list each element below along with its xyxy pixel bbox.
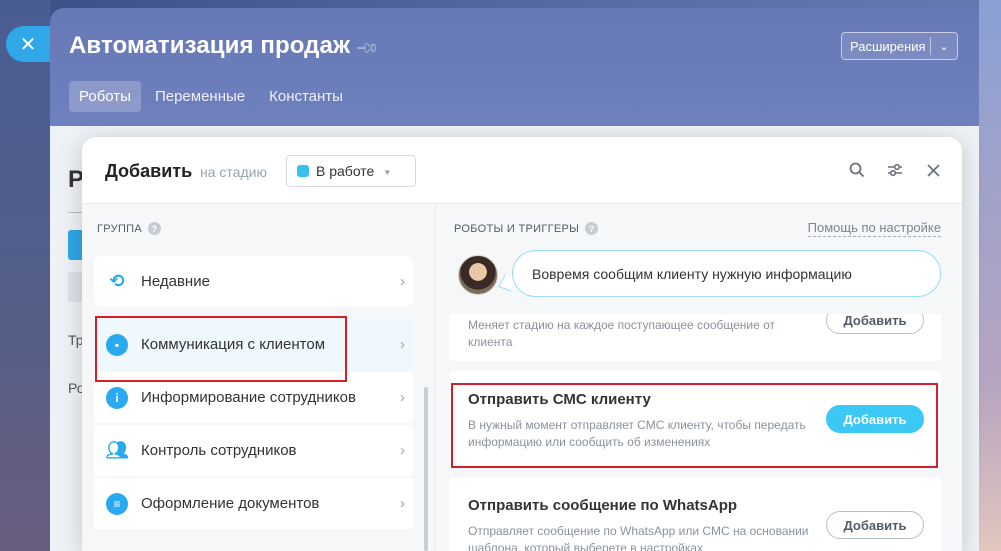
chevron-down-icon: ▼ (383, 168, 392, 177)
robot-card-send-sms: Отправить СМС клиенту В нужный момент от… (449, 371, 941, 467)
chevron-right-icon: › (400, 442, 405, 459)
extensions-label: Расширения (850, 38, 926, 54)
document-icon: ≡ (106, 492, 128, 515)
tab-constants[interactable]: Константы (259, 81, 353, 112)
stage-value: В работе (316, 163, 375, 179)
group-item-recent[interactable]: ⟲ Недавние › (94, 256, 413, 307)
group-item-employee-control[interactable]: 👥︎ Контроль сотрудников › (94, 425, 413, 476)
slider-close-button[interactable]: ✕ (6, 26, 50, 62)
group-item-documents[interactable]: ≡ Оформление документов › (94, 478, 413, 529)
pin-icon[interactable]: 📌︎ (355, 35, 381, 62)
robots-header: РОБОТЫ И ТРИГГЕРЫ ? (454, 222, 599, 235)
group-list: ⟲ Недавние › ▪ Коммуникация с клиентом ›… (94, 256, 413, 531)
chevron-right-icon: › (400, 495, 405, 512)
tab-robots[interactable]: Роботы (69, 81, 141, 112)
close-icon: ✕ (19, 33, 37, 56)
group-item-employee-info[interactable]: i Информирование сотрудников › (94, 372, 413, 423)
help-icon[interactable]: ? (585, 222, 599, 235)
modal-actions (848, 159, 942, 181)
group-item-label: Недавние (141, 273, 210, 290)
add-robot-modal: Добавить на стадию В работе ▼ ГРУППА ? ⟲… (82, 137, 962, 551)
add-button[interactable]: Добавить (826, 405, 924, 433)
robot-description: Отправляет сообщение по WhatsApp или СМС… (468, 524, 809, 551)
settings-sliders-icon[interactable] (886, 159, 904, 181)
history-icon: ⟲ (109, 271, 125, 291)
groups-header-text: ГРУППА (97, 222, 142, 235)
chevron-right-icon: › (400, 336, 405, 353)
background-right (979, 0, 1001, 551)
tip-text: Вовремя сообщим клиенту нужную информаци… (532, 265, 852, 282)
tab-variables[interactable]: Переменные (145, 81, 255, 112)
avatar (458, 255, 498, 295)
chat-icon: ▪ (106, 333, 128, 356)
robots-column: РОБОТЫ И ТРИГГЕРЫ ? Помощь по настройке … (437, 204, 962, 551)
help-icon[interactable]: ? (148, 222, 161, 235)
page-title-text: Автоматизация продаж (69, 32, 351, 59)
tabs: Роботы Переменные Константы (69, 81, 353, 112)
group-item-label: Контроль сотрудников (141, 442, 297, 459)
background-button (68, 272, 82, 302)
add-button[interactable]: Добавить (826, 511, 924, 539)
chevron-right-icon: › (400, 273, 405, 290)
robots-list: Меняет стадию на каждое поступающее сооб… (449, 314, 941, 551)
background-button (68, 230, 82, 260)
modal-title: Добавить (105, 161, 193, 181)
group-item-label: Оформление документов (141, 495, 320, 512)
add-button[interactable]: Добавить (826, 314, 924, 334)
users-icon: 👥︎ (105, 440, 129, 460)
extensions-button[interactable]: Расширения ⌄ (841, 32, 958, 60)
group-item-label: Информирование сотрудников (141, 389, 356, 406)
close-icon[interactable] (924, 159, 942, 181)
search-icon[interactable] (848, 159, 866, 181)
robot-title: Отправить сообщение по WhatsApp (468, 497, 738, 514)
stage-color-dot (297, 165, 309, 177)
chevron-down-icon[interactable]: ⌄ (931, 40, 957, 53)
robot-description: В нужный момент отправляет СМС клиенту, … (468, 418, 806, 450)
robot-card: Меняет стадию на каждое поступающее сооб… (449, 314, 941, 361)
robots-header-text: РОБОТЫ И ТРИГГЕРЫ (454, 222, 580, 235)
chevron-right-icon: › (400, 389, 405, 406)
background-left (0, 0, 50, 551)
robot-description: Меняет стадию на каждое поступающее сооб… (468, 318, 776, 350)
group-item-client-communication[interactable]: ▪ Коммуникация с клиентом › (94, 319, 413, 370)
setup-help-link[interactable]: Помощь по настройке (807, 220, 941, 237)
modal-header: Добавить на стадию В работе ▼ (82, 137, 962, 204)
divider (68, 212, 82, 213)
stage-label: на стадию (200, 164, 267, 180)
robot-title: Отправить СМС клиенту (468, 391, 651, 408)
info-icon: i (106, 386, 128, 409)
stage-select[interactable]: В работе ▼ (286, 155, 416, 187)
groups-column: ГРУППА ? ⟲ Недавние › ▪ Коммуникация с к… (82, 204, 436, 551)
scrollbar[interactable] (424, 387, 428, 551)
robot-card-whatsapp: Отправить сообщение по WhatsApp Отправля… (449, 477, 941, 551)
group-item-label: Коммуникация с клиентом (141, 336, 326, 353)
tip-bubble: Вовремя сообщим клиенту нужную информаци… (512, 250, 941, 297)
page-title: Автоматизация продаж 📌︎ (69, 32, 380, 61)
groups-header: ГРУППА ? (97, 222, 161, 235)
